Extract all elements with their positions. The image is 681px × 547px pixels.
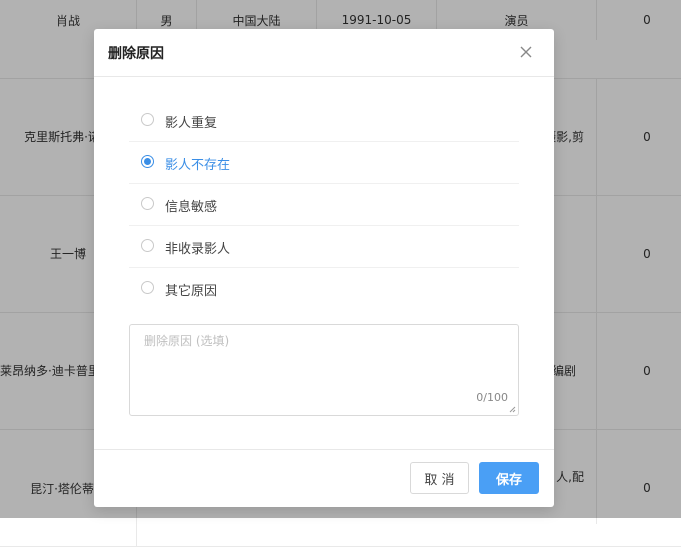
reason-radio-group: 影人重复 影人不存在 信息敏感 非收录影人 其它原因 xyxy=(129,100,519,309)
radio-button[interactable] xyxy=(141,239,154,252)
radio-button[interactable] xyxy=(141,113,154,126)
delete-reason-dialog: 删除原因 影人重复 影人不存在 信息敏感 非收录影人 其它原因 删除原因 (选填… xyxy=(94,29,554,507)
radio-button[interactable] xyxy=(141,197,154,210)
close-icon xyxy=(520,46,532,58)
radio-button-selected[interactable] xyxy=(141,155,154,168)
radio-label: 其它原因 xyxy=(165,284,218,299)
radio-label: 影人重复 xyxy=(165,116,218,131)
resize-handle-icon[interactable] xyxy=(509,406,516,413)
radio-option-not-indexed[interactable]: 非收录影人 xyxy=(129,226,519,268)
radio-button[interactable] xyxy=(141,281,154,294)
radio-option-duplicate[interactable]: 影人重复 xyxy=(129,100,519,142)
cancel-button[interactable]: 取 消 xyxy=(410,462,469,494)
radio-label: 非收录影人 xyxy=(165,242,231,257)
radio-option-sensitive[interactable]: 信息敏感 xyxy=(129,184,519,226)
char-counter: 0/100 xyxy=(476,391,508,404)
radio-option-other[interactable]: 其它原因 xyxy=(129,268,519,309)
dialog-title: 删除原因 xyxy=(108,46,164,62)
radio-option-not-exist[interactable]: 影人不存在 xyxy=(129,142,519,184)
save-button[interactable]: 保存 xyxy=(479,462,539,494)
close-button[interactable] xyxy=(518,44,534,60)
reason-textarea-wrapper: 0/100 xyxy=(129,324,519,416)
radio-label: 影人不存在 xyxy=(165,158,231,173)
radio-label: 信息敏感 xyxy=(165,200,218,215)
dialog-header: 删除原因 xyxy=(94,29,554,77)
reason-textarea[interactable] xyxy=(130,325,518,415)
dialog-footer: 取 消 保存 xyxy=(94,449,554,508)
